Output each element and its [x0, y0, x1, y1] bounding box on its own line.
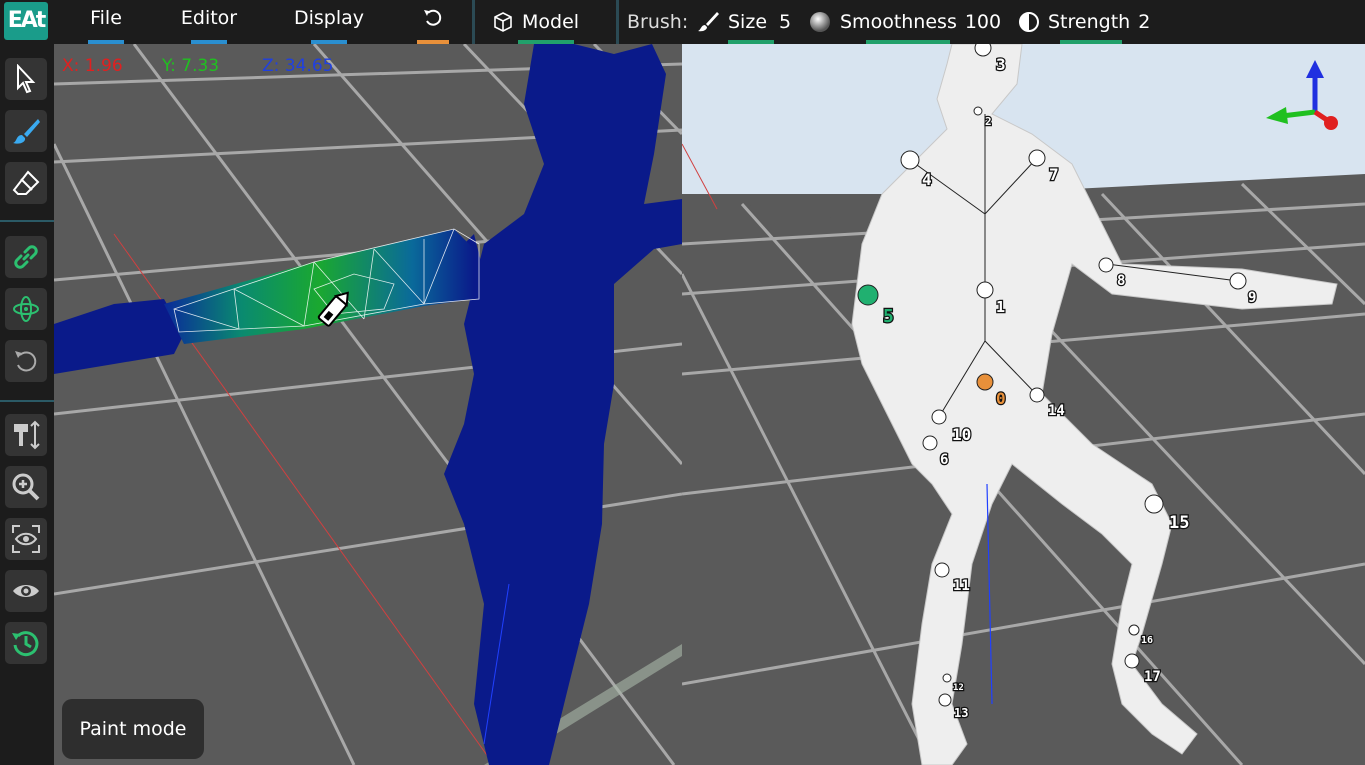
history-icon — [12, 631, 39, 657]
left-viewport[interactable] — [54, 44, 682, 765]
model-button[interactable]: Model — [492, 0, 579, 44]
eye-tool-button[interactable] — [5, 570, 47, 612]
contrast-icon — [1019, 12, 1039, 32]
link-tool-button[interactable] — [5, 236, 47, 278]
menu-editor-label: Editor — [180, 7, 238, 29]
size-control[interactable]: Size 5 — [696, 0, 791, 44]
svg-text:13: 13 — [954, 706, 968, 720]
view-icon — [12, 525, 40, 553]
undo-icon — [15, 351, 37, 372]
eraser-tool-button[interactable] — [5, 162, 47, 204]
cube-icon — [494, 12, 512, 32]
toolbar-separator — [616, 0, 619, 44]
svg-text:2: 2 — [985, 115, 992, 128]
eye-icon — [13, 585, 39, 597]
svg-text:4: 4 — [922, 170, 932, 189]
coord-z: Z: 34.65 — [262, 56, 334, 76]
menu-editor[interactable]: Editor — [170, 0, 248, 44]
history-tool-button[interactable] — [5, 622, 47, 664]
brush-icon — [698, 12, 719, 32]
pose-tool-button[interactable] — [5, 414, 47, 456]
svg-text:8: 8 — [1117, 273, 1125, 289]
menu-file-label: File — [90, 7, 122, 29]
svg-text:5: 5 — [883, 306, 894, 327]
svg-text:16: 16 — [1141, 635, 1153, 646]
zoom-tool-button[interactable] — [5, 466, 47, 508]
svg-text:7: 7 — [1049, 165, 1059, 184]
svg-text:17: 17 — [1144, 669, 1161, 685]
svg-text:3: 3 — [996, 55, 1006, 74]
select-tool-button[interactable] — [5, 58, 47, 100]
top-toolbar: EAt File Editor Display Model Brush: Siz… — [0, 0, 1365, 44]
svg-text:12: 12 — [953, 683, 964, 693]
strength-control[interactable]: Strength 2 — [1018, 0, 1150, 44]
menu-display-label: Display — [293, 7, 365, 29]
strength-label: Strength — [1048, 11, 1131, 33]
toolbar-divider — [0, 400, 54, 402]
brush-label-text: Brush: — [627, 11, 689, 33]
model-label: Model — [522, 11, 580, 33]
menu-display[interactable]: Display — [288, 0, 370, 44]
paint-scene — [54, 44, 682, 765]
toolbar-divider — [0, 220, 54, 222]
svg-text:0: 0 — [996, 389, 1006, 408]
smoothness-control[interactable]: Smoothness 100 — [808, 0, 1001, 44]
strength-value: 2 — [1138, 11, 1151, 33]
select-icon — [17, 64, 36, 94]
gizmo-icon — [13, 296, 39, 322]
right-viewport[interactable]: 3 2 4 7 8 9 1 5 0 14 10 6 15 11 16 17 12… — [682, 44, 1365, 765]
toolbar-separator — [472, 0, 475, 44]
smoothness-label: Smoothness — [840, 11, 957, 33]
view-tool-button[interactable] — [5, 518, 47, 560]
size-value: 5 — [779, 11, 792, 33]
mode-label: Paint mode — [79, 718, 187, 740]
undo-button[interactable] — [410, 0, 456, 44]
skeleton-scene: 3 2 4 7 8 9 1 5 0 14 10 6 15 11 16 17 12… — [682, 44, 1365, 765]
smoothness-value: 100 — [964, 11, 1002, 33]
brush-icon — [13, 119, 40, 144]
brush-label: Brush: — [627, 0, 688, 44]
mode-indicator: Paint mode — [62, 699, 204, 759]
reset-tool-button[interactable] — [5, 340, 47, 382]
coord-y: Y: 7.33 — [162, 56, 220, 76]
undo-icon — [424, 9, 442, 26]
coord-x: X: 1.96 — [62, 56, 123, 76]
pose-icon — [14, 420, 40, 450]
svg-text:15: 15 — [1169, 513, 1189, 533]
svg-text:10: 10 — [952, 425, 971, 444]
menu-file[interactable]: File — [70, 0, 142, 44]
link-icon — [14, 245, 38, 269]
sphere-icon — [810, 12, 830, 32]
svg-text:1: 1 — [996, 298, 1005, 316]
svg-text:9: 9 — [1248, 290, 1256, 306]
svg-text:11: 11 — [953, 578, 970, 594]
brush-tool-button[interactable] — [5, 110, 47, 152]
eraser-icon — [12, 170, 40, 195]
left-toolbar — [0, 44, 54, 765]
zoom-icon — [12, 473, 40, 501]
gizmo-tool-button[interactable] — [5, 288, 47, 330]
svg-text:14: 14 — [1048, 403, 1065, 419]
svg-text:6: 6 — [940, 452, 948, 468]
size-label: Size — [728, 11, 768, 33]
app-logo: EAt — [4, 2, 48, 40]
